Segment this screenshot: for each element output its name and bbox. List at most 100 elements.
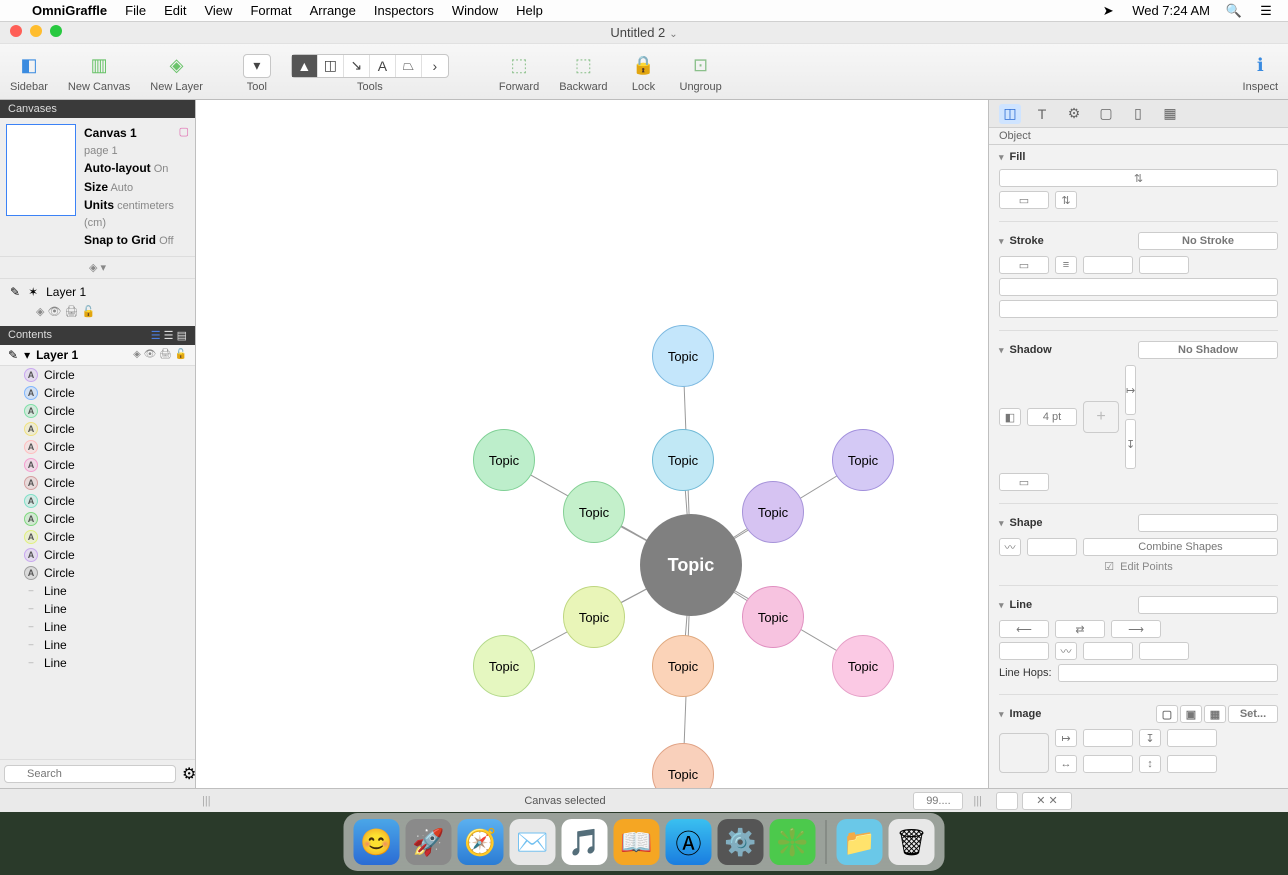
dock-appstore[interactable]: Ⓐ — [666, 819, 712, 865]
layer-name[interactable]: Layer 1 — [46, 285, 185, 299]
stroke-dash[interactable] — [1139, 256, 1189, 274]
inspector-tab-canvas[interactable]: ▢ — [1095, 104, 1117, 124]
dock-finder[interactable]: 😊 — [354, 819, 400, 865]
menu-format[interactable]: Format — [250, 3, 291, 18]
ruler-toggle-left[interactable]: ||| — [196, 795, 217, 807]
img-x[interactable] — [1083, 729, 1133, 747]
menu-edit[interactable]: Edit — [164, 3, 186, 18]
canvas-thumbnail[interactable] — [6, 124, 76, 216]
layers-stack-icon[interactable]: ◈ ▾ — [0, 257, 195, 279]
contents-line-item[interactable]: ⎯Line — [0, 618, 195, 636]
listview-icon[interactable]: ☰ — [1258, 3, 1274, 19]
menu-arrange[interactable]: Arrange — [310, 3, 356, 18]
center-node[interactable]: Topic — [640, 514, 742, 616]
contents-layer-name[interactable]: Layer 1 — [36, 348, 78, 362]
stroke-width[interactable]: ▭ — [999, 256, 1049, 274]
img-w[interactable] — [1083, 755, 1133, 773]
spotlight-icon[interactable]: 🔍 — [1226, 3, 1242, 19]
minimize-button[interactable] — [30, 25, 42, 37]
shadow-blur[interactable]: ▭ — [999, 473, 1049, 491]
stroke-header[interactable]: Stroke — [1010, 235, 1044, 247]
dock-ibooks[interactable]: 📖 — [614, 819, 660, 865]
canvas[interactable]: TopicTopicTopicTopicTopicTopicTopicTopic… — [196, 100, 988, 788]
topic-node[interactable]: Topic — [742, 586, 804, 648]
shape-dropdown[interactable] — [1138, 514, 1278, 532]
tool-shape[interactable]: ◫ — [318, 55, 344, 77]
tool-text[interactable]: A — [370, 55, 396, 77]
pencil-icon[interactable]: ✎ — [10, 285, 20, 299]
line-right-arrow[interactable]: ⟶ — [1111, 620, 1161, 638]
topic-node[interactable]: Topic — [473, 635, 535, 697]
dock-preferences[interactable]: ⚙️ — [718, 819, 764, 865]
menu-inspectors[interactable]: Inspectors — [374, 3, 434, 18]
contents-circle-item[interactable]: ACircle — [0, 492, 195, 510]
shadow-pt[interactable]: 4 pt — [1027, 408, 1077, 426]
image-tile-icon[interactable]: ▦ — [1204, 705, 1226, 723]
image-set-button[interactable]: Set... — [1228, 705, 1278, 723]
stroke-join-icon[interactable]: ≡ — [1055, 256, 1077, 274]
inspector-tab-object[interactable]: ◫ — [999, 104, 1021, 124]
stroke-dropdown[interactable]: No Stroke — [1138, 232, 1278, 250]
img-h[interactable] — [1167, 755, 1217, 773]
fill-type-dropdown[interactable]: ⇅ — [999, 169, 1278, 187]
linehops-dropdown[interactable] — [1058, 664, 1278, 682]
shape-header[interactable]: Shape — [1010, 517, 1043, 529]
line-header[interactable]: Line — [1010, 599, 1033, 611]
new-layer-icon[interactable]: ◈ — [161, 55, 193, 76]
topic-node[interactable]: Topic — [832, 429, 894, 491]
crop-icon[interactable]: ▢ — [179, 124, 189, 141]
inspector-tab-document[interactable]: ▯ — [1127, 104, 1149, 124]
contents-circle-item[interactable]: ACircle — [0, 456, 195, 474]
tool-pen[interactable]: ⏢ — [396, 55, 422, 77]
line-curve-icon[interactable]: 〰 — [1055, 642, 1077, 660]
dock-launchpad[interactable]: 🚀 — [406, 819, 452, 865]
cursor-icon[interactable]: ➤ — [1100, 3, 1116, 19]
shadow-header[interactable]: Shadow — [1010, 344, 1052, 356]
img-y[interactable] — [1167, 729, 1217, 747]
new-canvas-icon[interactable]: ▥ — [83, 55, 115, 76]
topic-node[interactable]: Topic — [652, 635, 714, 697]
stroke-color[interactable] — [1083, 256, 1133, 274]
sidebar-toggle-icon[interactable]: ◧ — [13, 55, 45, 76]
editpoints-label[interactable]: Edit Points — [1120, 561, 1173, 573]
contents-circle-item[interactable]: ACircle — [0, 438, 195, 456]
contents-circle-item[interactable]: ACircle — [0, 384, 195, 402]
topic-node[interactable]: Topic — [742, 481, 804, 543]
inspector-tab-stencils[interactable]: ▦ — [1159, 104, 1181, 124]
menu-window[interactable]: Window — [452, 3, 498, 18]
topic-node[interactable]: Topic — [473, 429, 535, 491]
contents-circle-item[interactable]: ACircle — [0, 510, 195, 528]
shape-curve-icon[interactable]: 〰 — [999, 538, 1021, 556]
shadow-offset[interactable]: + — [1083, 401, 1119, 433]
dock-trash[interactable]: 🗑 — [889, 819, 935, 865]
shadow-y[interactable]: ↧ — [1125, 419, 1136, 469]
search-input[interactable] — [4, 765, 176, 783]
topic-node[interactable]: Topic — [563, 481, 625, 543]
contents-line-item[interactable]: ⎯Line — [0, 582, 195, 600]
shadow-x[interactable]: ↦ — [1125, 365, 1136, 415]
tool-more[interactable]: › — [422, 55, 448, 77]
backward-icon[interactable]: ⬚ — [567, 55, 599, 76]
topic-node[interactable]: Topic — [652, 325, 714, 387]
image-fill-icon[interactable]: ▣ — [1180, 705, 1202, 723]
contents-circle-item[interactable]: ACircle — [0, 402, 195, 420]
combine-shapes-dropdown[interactable]: Combine Shapes — [1083, 538, 1278, 556]
list-view-icon[interactable]: ☰ — [151, 330, 161, 342]
contents-line-item[interactable]: ⎯Line — [0, 636, 195, 654]
line-middle[interactable] — [1083, 642, 1133, 660]
fill-color-swatch[interactable]: ▭ — [999, 191, 1049, 209]
contents-circle-item[interactable]: ACircle — [0, 546, 195, 564]
dock-mail[interactable]: ✉️ — [510, 819, 556, 865]
style-swatch[interactable] — [996, 792, 1018, 810]
ruler-toggle-right[interactable]: ||| — [967, 795, 988, 807]
topic-node[interactable]: Topic — [832, 635, 894, 697]
contents-line-item[interactable]: ⎯Line — [0, 600, 195, 618]
shape-radius[interactable] — [1027, 538, 1077, 556]
contents-circle-item[interactable]: ACircle — [0, 420, 195, 438]
contents-circle-item[interactable]: ACircle — [0, 564, 195, 582]
canvas-name[interactable]: Canvas 1 — [84, 126, 137, 140]
inspector-tab-text[interactable]: T — [1031, 104, 1053, 124]
dock-itunes[interactable]: 🎵 — [562, 819, 608, 865]
menubar-clock[interactable]: Wed 7:24 AM — [1132, 3, 1210, 18]
stroke-corner[interactable] — [999, 278, 1278, 296]
